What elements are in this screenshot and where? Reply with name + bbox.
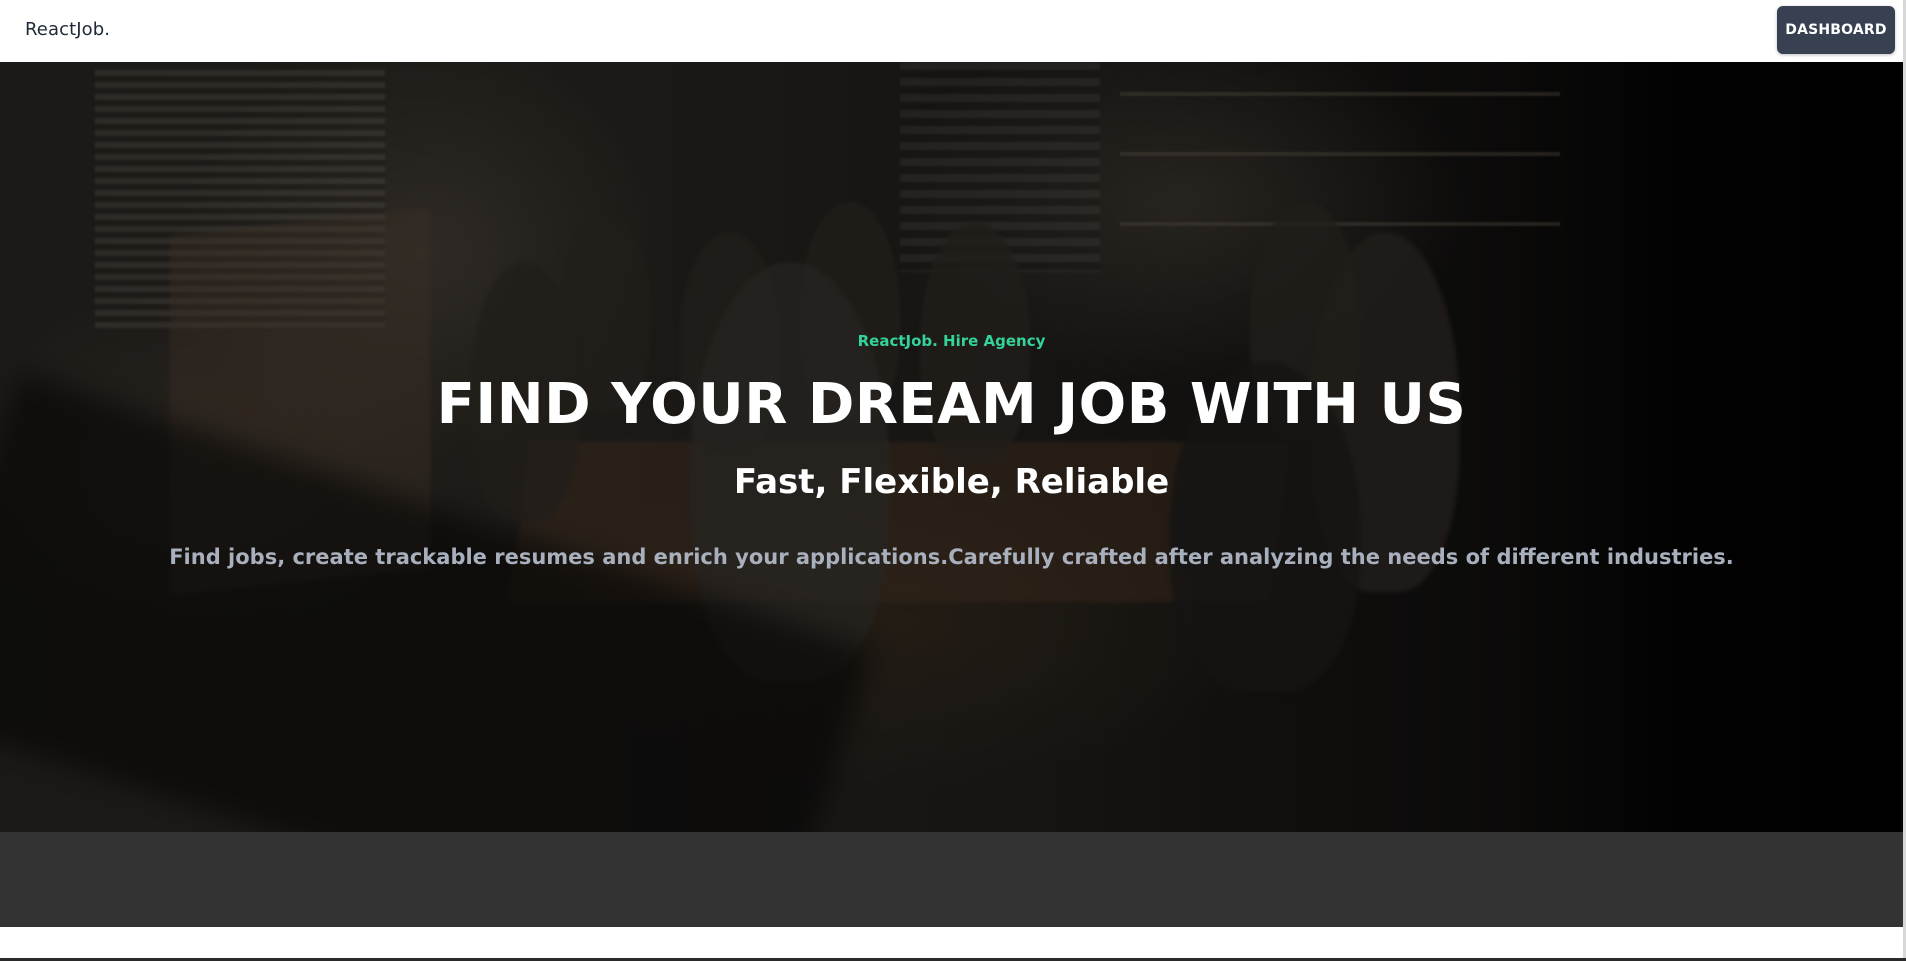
hero-description: Find jobs, create trackable resumes and … xyxy=(169,545,1734,569)
page: ReactJob. DASHBOARD ReactJob. Hire Agenc… xyxy=(0,0,1906,961)
dark-band-section xyxy=(0,832,1903,927)
hero-section: ReactJob. Hire Agency FIND YOUR DREAM JO… xyxy=(0,62,1903,832)
hero-overlay xyxy=(0,62,1903,832)
page-footer-area xyxy=(0,927,1903,959)
hero-headline: FIND YOUR DREAM JOB WITH US xyxy=(436,372,1467,437)
hero-tagline: ReactJob. Hire Agency xyxy=(857,332,1046,350)
brand-logo[interactable]: ReactJob. xyxy=(25,19,110,40)
dashboard-button[interactable]: DASHBOARD xyxy=(1777,6,1895,54)
hero-subheadline: Fast, Flexible, Reliable xyxy=(733,462,1170,502)
navbar: ReactJob. DASHBOARD xyxy=(0,0,1903,62)
